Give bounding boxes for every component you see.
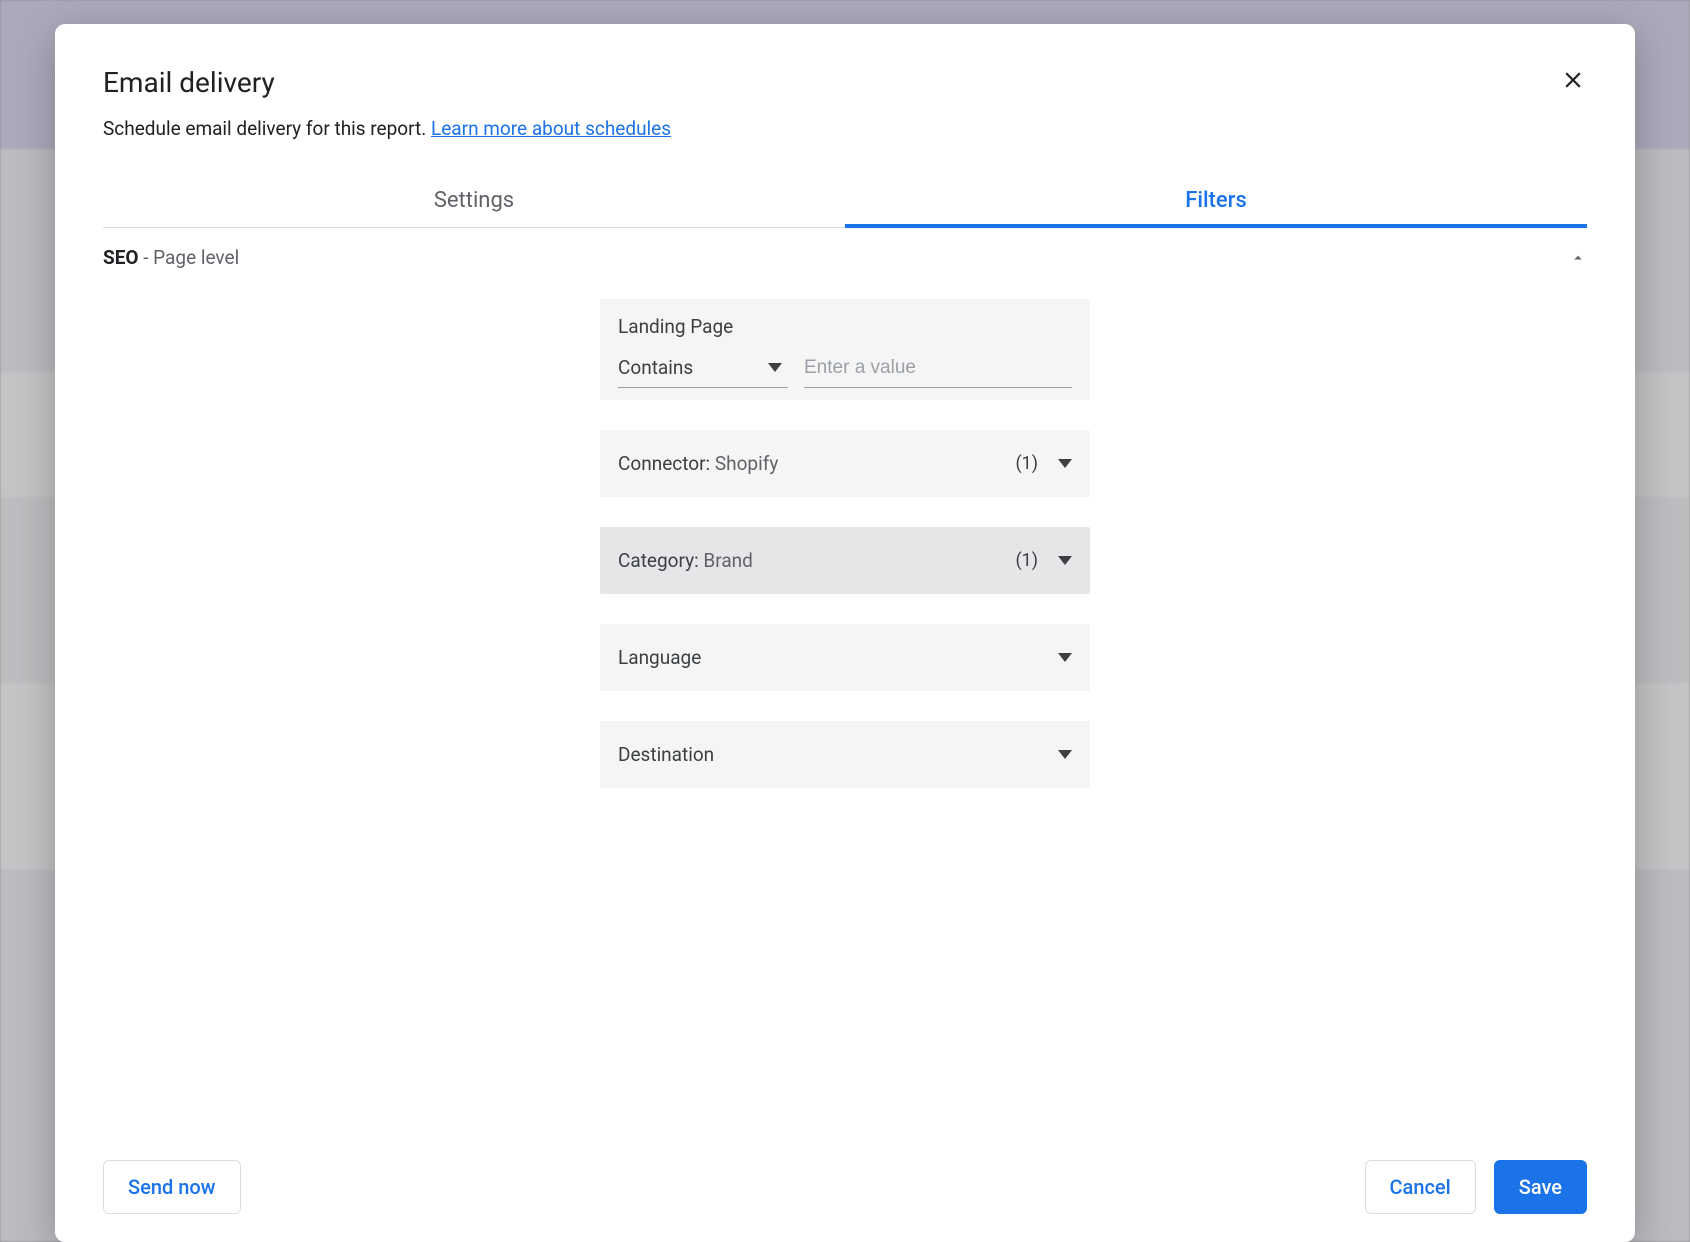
dialog-title: Email delivery <box>103 66 1587 99</box>
section-suffix: - Page level <box>139 246 240 269</box>
landing-page-value-input[interactable] <box>804 352 1072 388</box>
chevron-down-icon <box>1058 750 1072 759</box>
category-label: Category <box>618 549 694 572</box>
subtitle-text: Schedule email delivery for this report. <box>103 117 431 140</box>
dialog-subtitle: Schedule email delivery for this report.… <box>103 117 1587 140</box>
chevron-up-icon <box>1569 249 1587 267</box>
learn-more-link[interactable]: Learn more about schedules <box>431 117 671 140</box>
tab-settings[interactable]: Settings <box>103 178 845 227</box>
connector-label: Connector <box>618 452 706 475</box>
dialog-footer: Send now Cancel Save <box>55 1148 1635 1242</box>
connector-count: (1) <box>1015 453 1038 474</box>
cancel-button[interactable]: Cancel <box>1365 1160 1476 1214</box>
connector-right: (1) <box>1015 453 1072 474</box>
filter-list: Landing Page Contains Connector: Shopify… <box>600 299 1090 788</box>
operator-value: Contains <box>618 356 693 379</box>
tab-filters[interactable]: Filters <box>845 178 1587 227</box>
close-button[interactable] <box>1555 62 1591 98</box>
filter-connector[interactable]: Connector: Shopify (1) <box>600 430 1090 497</box>
filter-landing-page: Landing Page Contains <box>600 299 1090 400</box>
chevron-down-icon <box>1058 459 1072 468</box>
tab-bar: Settings Filters <box>103 178 1587 228</box>
operator-select[interactable]: Contains <box>618 352 788 388</box>
filter-language[interactable]: Language <box>600 624 1090 691</box>
landing-page-label: Landing Page <box>618 315 1072 338</box>
dialog-body: SEO - Page level Landing Page Contains <box>103 228 1587 1148</box>
section-name: SEO <box>103 246 139 269</box>
close-icon <box>1560 67 1586 93</box>
language-label: Language <box>618 646 701 669</box>
filter-destination[interactable]: Destination <box>600 721 1090 788</box>
filter-section-header[interactable]: SEO - Page level <box>103 228 1587 287</box>
send-now-button[interactable]: Send now <box>103 1160 241 1214</box>
dialog-header: Email delivery Schedule email delivery f… <box>55 24 1635 148</box>
connector-label-wrap: Connector: Shopify <box>618 452 778 475</box>
chevron-down-icon <box>768 363 782 372</box>
filter-category[interactable]: Category: Brand (1) <box>600 527 1090 594</box>
connector-value: Shopify <box>715 452 778 475</box>
category-value: Brand <box>703 549 752 572</box>
save-button[interactable]: Save <box>1494 1160 1587 1214</box>
chevron-down-icon <box>1058 556 1072 565</box>
destination-label: Destination <box>618 743 714 766</box>
section-title: SEO - Page level <box>103 246 239 269</box>
chevron-down-icon <box>1058 653 1072 662</box>
email-delivery-dialog: Email delivery Schedule email delivery f… <box>55 24 1635 1242</box>
category-right: (1) <box>1015 550 1072 571</box>
category-label-wrap: Category: Brand <box>618 549 753 572</box>
category-count: (1) <box>1015 550 1038 571</box>
